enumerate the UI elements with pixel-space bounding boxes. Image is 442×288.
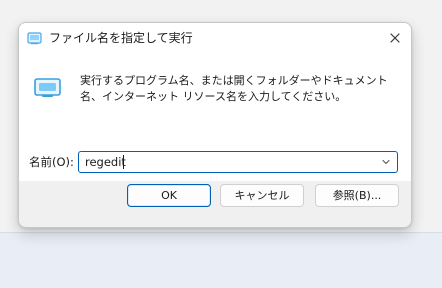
content-area: 実行するプログラム名、または開くフォルダーやドキュメント名、インターネット リソ… <box>19 53 411 181</box>
button-row: OK キャンセル 参照(B)... <box>19 181 411 227</box>
run-dialog: ファイル名を指定して実行 実行するプログラム名、または開くフォルダーやドキュメン… <box>18 22 412 228</box>
desktop-strip <box>0 232 442 288</box>
text-caret <box>123 155 124 169</box>
close-button[interactable] <box>379 23 411 53</box>
name-input-value: regedit <box>85 155 126 169</box>
description-text: 実行するプログラム名、または開くフォルダーやドキュメント名、インターネット リソ… <box>80 74 388 103</box>
ok-button[interactable]: OK <box>127 184 211 207</box>
close-icon <box>390 33 400 43</box>
run-app-icon <box>27 32 42 45</box>
title-bar[interactable]: ファイル名を指定して実行 <box>19 23 411 53</box>
window-title: ファイル名を指定して実行 <box>49 31 193 45</box>
browse-button[interactable]: 参照(B)... <box>315 184 399 207</box>
cancel-button[interactable]: キャンセル <box>220 184 304 207</box>
chevron-down-icon[interactable] <box>381 157 391 167</box>
name-label: 名前(O): <box>29 155 74 169</box>
name-combobox[interactable]: regedit <box>78 151 398 173</box>
run-program-icon <box>34 78 61 97</box>
